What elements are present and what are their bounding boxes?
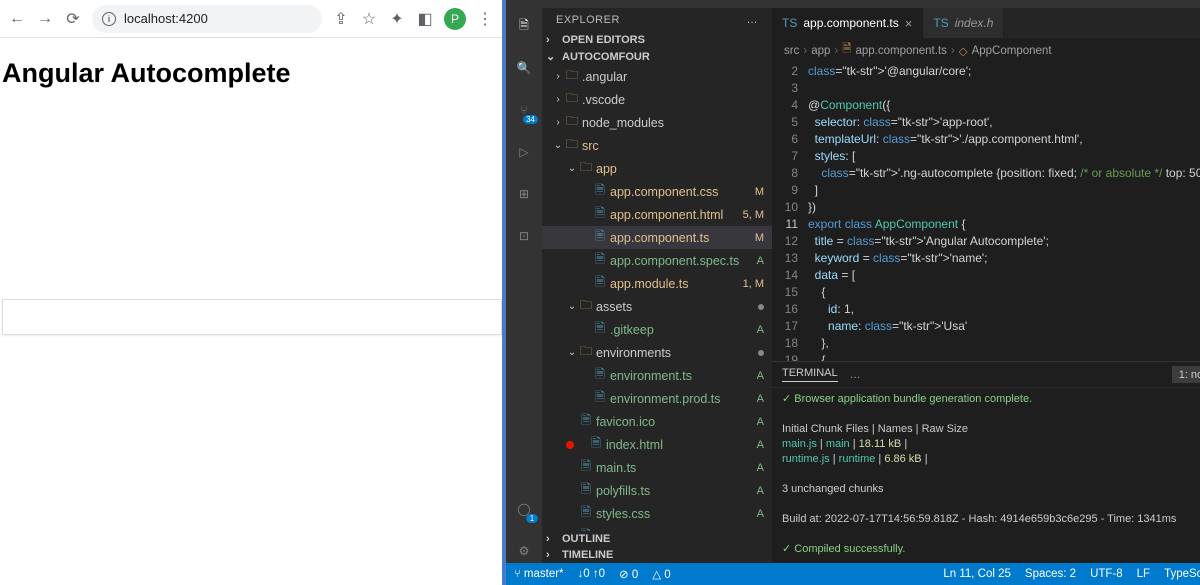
extensions-icon[interactable]: ⊞ xyxy=(512,182,536,206)
breadcrumb-item[interactable]: app xyxy=(811,45,830,57)
close-icon[interactable]: × xyxy=(905,16,913,31)
explorer-icon[interactable]: 🗎 xyxy=(512,14,536,38)
terminal-panel: TERMINAL … 1: node ⌄ ＋ ◫ 🗑 ✓ Browser app… xyxy=(772,361,1200,563)
file-item[interactable]: 🗎polyfills.tsA xyxy=(542,479,772,502)
eol-indicator[interactable]: LF xyxy=(1137,568,1150,580)
errors-indicator[interactable]: ⊘ 0 xyxy=(619,567,638,581)
sidebar-title: EXPLORER … xyxy=(542,8,772,32)
terminal-header: TERMINAL … 1: node ⌄ ＋ ◫ 🗑 xyxy=(772,362,1200,388)
browser-toolbar: ← → ⟳ i localhost:4200 ⇪ ☆ ✦ ◧ P ⋮ xyxy=(0,0,502,38)
remote-icon[interactable]: ⊡ xyxy=(512,224,536,248)
project-section[interactable]: ⌄AUTOCOMFOUR xyxy=(542,48,772,65)
folder-item[interactable]: ⌄🗀src xyxy=(542,134,772,157)
editor-tab[interactable]: TSindex.h xyxy=(923,8,1004,38)
account-icon[interactable]: ◯1 xyxy=(512,497,536,521)
warnings-indicator[interactable]: △ 0 xyxy=(652,567,670,581)
folder-item[interactable]: ⌄🗀assets xyxy=(542,295,772,318)
terminal-output[interactable]: ✓ Browser application bundle generation … xyxy=(772,388,1200,563)
line-gutter: 2345678910111213141516171819202122232425… xyxy=(772,63,808,361)
folder-item[interactable]: ›🗀node_modules xyxy=(542,111,772,134)
timeline-section[interactable]: ›TIMELINE xyxy=(542,547,772,563)
more-icon[interactable]: … xyxy=(747,14,759,26)
extensions-icon[interactable]: ✦ xyxy=(388,10,406,28)
outline-section[interactable]: ›OUTLINE xyxy=(542,531,772,547)
titlebar xyxy=(506,0,1200,8)
folder-item[interactable]: ›🗀.vscode xyxy=(542,88,772,111)
file-item[interactable]: 🗎main.tsA xyxy=(542,456,772,479)
breadcrumb-item[interactable]: src xyxy=(784,45,799,57)
cursor-position[interactable]: Ln 11, Col 25 xyxy=(943,568,1011,580)
file-item[interactable]: 🗎app.component.spec.tsA xyxy=(542,249,772,272)
page-content: Angular Autocomplete xyxy=(0,38,502,585)
search-icon[interactable]: 🔍 xyxy=(512,56,536,80)
file-item[interactable]: 🗎styles.cssA xyxy=(542,502,772,525)
file-item[interactable]: 🗎environment.tsA xyxy=(542,364,772,387)
open-editors-section[interactable]: ›OPEN EDITORS xyxy=(542,32,772,48)
folder-item[interactable]: ›🗀.angular xyxy=(542,65,772,88)
code-editor[interactable]: 2345678910111213141516171819202122232425… xyxy=(772,63,1200,361)
file-item[interactable]: 🗎favicon.icoA xyxy=(542,410,772,433)
terminal-select[interactable]: 1: node ⌄ xyxy=(1172,366,1200,383)
sidepanel-icon[interactable]: ◧ xyxy=(416,10,434,28)
folder-item[interactable]: ⌄🗀app xyxy=(542,157,772,180)
share-icon[interactable]: ⇪ xyxy=(332,10,350,28)
folder-item[interactable]: ⌄🗀environments xyxy=(542,341,772,364)
sync-indicator[interactable]: ↓0 ↑0 xyxy=(578,568,606,580)
file-tree: ›🗀.angular›🗀.vscode›🗀node_modules⌄🗀src⌄🗀… xyxy=(542,65,772,531)
vscode-pane: 🗎 🔍 ⑂34 ▷ ⊞ ⊡ ◯1 ⚙ EXPLORER … ›OPEN EDIT… xyxy=(506,0,1200,585)
breadcrumb-item[interactable]: AppComponent xyxy=(972,45,1052,57)
forward-icon[interactable]: → xyxy=(36,10,54,28)
language-indicator[interactable]: TypeScript xyxy=(1164,568,1200,580)
debug-icon[interactable]: ▷ xyxy=(512,140,536,164)
autocomplete-input[interactable] xyxy=(2,299,502,335)
scm-icon[interactable]: ⑂34 xyxy=(512,98,536,122)
file-item[interactable]: 🗎app.component.html5, M xyxy=(542,203,772,226)
file-item[interactable]: 🗎app.module.ts1, M xyxy=(542,272,772,295)
terminal-tab[interactable]: TERMINAL xyxy=(782,367,838,382)
star-icon[interactable]: ☆ xyxy=(360,10,378,28)
menu-icon[interactable]: ⋮ xyxy=(476,10,494,28)
breadcrumb[interactable]: src›app›🗎 app.component.ts›◇ AppComponen… xyxy=(772,38,1200,63)
editor-tabs: TSapp.component.ts×TSindex.h⫛◫… xyxy=(772,8,1200,38)
file-item[interactable]: 🗎app.component.tsM xyxy=(542,226,772,249)
profile-avatar[interactable]: P xyxy=(444,8,466,30)
status-bar: ⑂ master* ↓0 ↑0 ⊘ 0 △ 0 Ln 11, Col 25 Sp… xyxy=(506,563,1200,585)
breadcrumb-item[interactable]: app.component.ts xyxy=(855,45,946,57)
code-lines[interactable]: class="tk-str">'@angular/core'; @Compone… xyxy=(808,63,1200,361)
back-icon[interactable]: ← xyxy=(8,10,26,28)
sidebar: EXPLORER … ›OPEN EDITORS ⌄AUTOCOMFOUR ›🗀… xyxy=(542,8,772,563)
page-title: Angular Autocomplete xyxy=(2,58,502,89)
gear-icon[interactable]: ⚙ xyxy=(512,539,536,563)
info-icon[interactable]: i xyxy=(102,12,116,26)
address-bar[interactable]: i localhost:4200 xyxy=(92,5,322,33)
reload-icon[interactable]: ⟳ xyxy=(64,10,82,28)
file-item[interactable]: 🗎.gitkeepA xyxy=(542,318,772,341)
browser-pane: ← → ⟳ i localhost:4200 ⇪ ☆ ✦ ◧ P ⋮ Angul… xyxy=(0,0,506,585)
file-item[interactable]: 🗎environment.prod.tsA xyxy=(542,387,772,410)
encoding-indicator[interactable]: UTF-8 xyxy=(1090,568,1123,580)
branch-indicator[interactable]: ⑂ master* xyxy=(514,568,564,580)
indent-indicator[interactable]: Spaces: 2 xyxy=(1025,568,1076,580)
url-text: localhost:4200 xyxy=(124,11,208,26)
editor-tab[interactable]: TSapp.component.ts× xyxy=(772,8,923,38)
more-icon[interactable]: … xyxy=(850,369,861,381)
file-item[interactable]: 🗎index.htmlA xyxy=(542,433,772,456)
activity-bar: 🗎 🔍 ⑂34 ▷ ⊞ ⊡ ◯1 ⚙ xyxy=(506,8,542,563)
editor-column: TSapp.component.ts×TSindex.h⫛◫… src›app›… xyxy=(772,8,1200,563)
file-item[interactable]: 🗎app.component.cssM xyxy=(542,180,772,203)
